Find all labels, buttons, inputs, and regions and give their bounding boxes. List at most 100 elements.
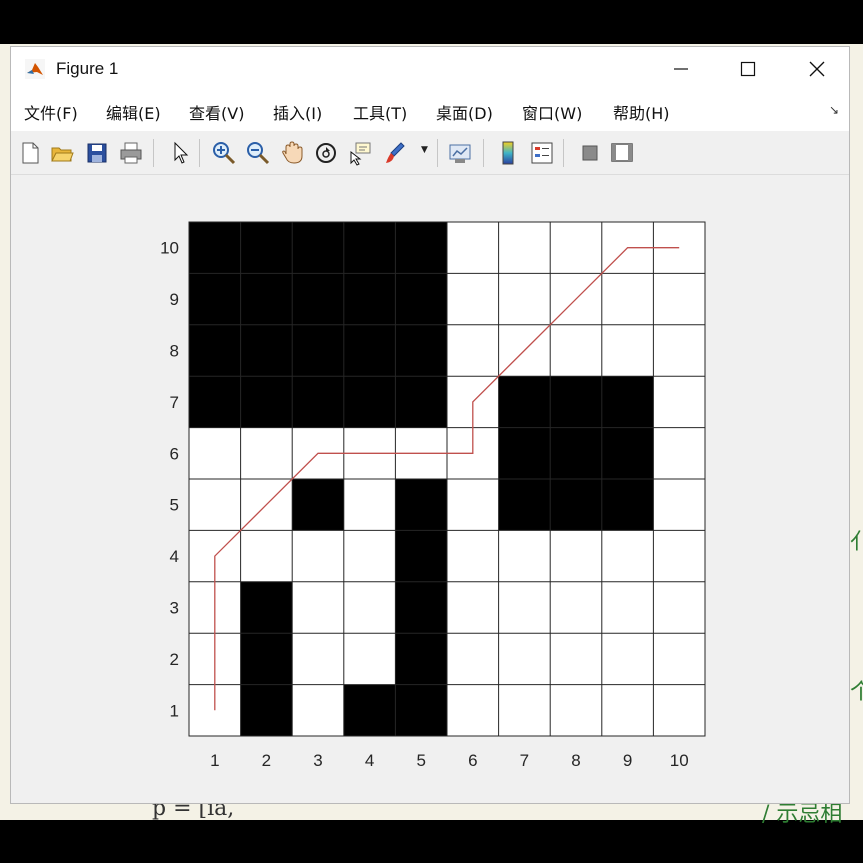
dock-arrow-icon[interactable]: ↘: [829, 103, 839, 117]
menu-file[interactable]: 文件(F): [24, 100, 78, 124]
grid-cell: [395, 633, 448, 686]
menu-bar: 文件(F) 编辑(E) 查看(V) 插入(I) 工具(T) 桌面(D) 窗口(W…: [11, 91, 849, 131]
grid-cell: [498, 427, 551, 480]
close-button[interactable]: [783, 47, 851, 91]
pan-icon[interactable]: [279, 140, 305, 166]
x-tick-label: 6: [468, 751, 477, 770]
brush-dropdown-icon[interactable]: ▼: [421, 145, 428, 155]
grid-cell: [395, 684, 448, 737]
figure-window: Figure 1 文件(F) 编辑(E) 查看(V) 插入(I) 工具(T) 桌…: [10, 46, 850, 804]
grid-cell: [550, 324, 603, 377]
grid-cell: [292, 530, 345, 583]
menu-help[interactable]: 帮助(H): [613, 100, 670, 124]
menu-tools[interactable]: 工具(T): [353, 100, 407, 124]
zoom-out-icon[interactable]: [245, 140, 271, 166]
x-tick-label: 7: [520, 751, 529, 770]
grid-cell: [447, 324, 500, 377]
maximize-button[interactable]: [714, 47, 782, 91]
grid-cell: [343, 633, 396, 686]
grid-cell: [498, 684, 551, 737]
grid-cell: [550, 530, 603, 583]
grid-cell: [498, 273, 551, 326]
save-icon[interactable]: [84, 140, 110, 166]
y-tick-label: 4: [170, 547, 179, 566]
grid-cell: [292, 581, 345, 634]
y-tick-label: 3: [170, 599, 179, 618]
grid-cell: [343, 479, 396, 531]
grid-cell: [395, 581, 448, 634]
grid-cell: [343, 324, 396, 377]
colorbar-icon[interactable]: [495, 140, 521, 166]
open-file-icon[interactable]: [49, 140, 75, 166]
grid-cell: [653, 273, 706, 326]
grid-cell: [189, 427, 242, 480]
grid-cell: [292, 684, 345, 737]
grid-cell: [240, 633, 293, 686]
menu-view[interactable]: 查看(V): [189, 100, 244, 124]
grid-cell: [447, 479, 500, 531]
maximize-icon: [740, 61, 756, 77]
y-tick-label: 10: [160, 239, 179, 258]
grid-cell: [240, 581, 293, 634]
grid-cell: [189, 376, 242, 429]
x-tick-label: 8: [571, 751, 580, 770]
brush-icon[interactable]: [381, 140, 407, 166]
grid-cell: [292, 324, 345, 377]
menu-insert[interactable]: 插入(I): [273, 100, 322, 124]
grid-cell: [653, 427, 706, 480]
hide-plot-tools-icon[interactable]: [577, 140, 603, 166]
grid-cell: [343, 684, 396, 737]
show-plot-tools-icon[interactable]: [609, 140, 635, 166]
grid-cell: [240, 324, 293, 377]
grid-cell: [240, 222, 293, 274]
close-icon: [809, 61, 825, 77]
grid-cell: [343, 273, 396, 326]
link-plot-icon[interactable]: [447, 140, 473, 166]
grid-cell: [395, 530, 448, 583]
grid-cell: [292, 479, 345, 531]
new-figure-icon[interactable]: [17, 140, 43, 166]
title-bar[interactable]: Figure 1: [11, 47, 849, 91]
grid-cell: [447, 222, 500, 274]
grid-cell: [653, 324, 706, 377]
grid-cell: [292, 273, 345, 326]
toolbar-separator: [437, 139, 438, 167]
grid-cell: [601, 479, 654, 531]
grid-cell: [343, 530, 396, 583]
print-icon[interactable]: [118, 140, 144, 166]
zoom-in-icon[interactable]: [211, 140, 237, 166]
grid-cell: [550, 479, 603, 531]
grid-cell: [292, 222, 345, 274]
grid-cell: [343, 581, 396, 634]
minimize-icon: [674, 68, 688, 70]
grid-cell: [447, 581, 500, 634]
grid-cell: [601, 530, 654, 583]
grid-cell: [601, 581, 654, 634]
y-tick-label: 7: [170, 393, 179, 412]
pointer-icon[interactable]: [167, 140, 193, 166]
grid-cell: [653, 581, 706, 634]
grid-cell: [601, 633, 654, 686]
grid-cell: [498, 376, 551, 429]
grid-cell: [240, 684, 293, 737]
grid-cell: [292, 376, 345, 429]
rotate-3d-icon[interactable]: [313, 140, 339, 166]
grid-cell: [447, 273, 500, 326]
x-axis-ticks: 1 2 3 4 5 6 7 8 9 10: [210, 751, 689, 770]
grid-cell: [653, 376, 706, 429]
y-axis-ticks: 1 2 3 4 5 6 7 8 9 10: [160, 239, 179, 721]
data-cursor-icon[interactable]: [347, 140, 373, 166]
grid-cell: [240, 530, 293, 583]
minimize-button[interactable]: [647, 47, 715, 91]
menu-window[interactable]: 窗口(W): [522, 100, 582, 124]
grid-cell: [189, 479, 242, 531]
grid-cell: [498, 581, 551, 634]
grid-cell: [550, 222, 603, 274]
grid-cell: [343, 222, 396, 274]
menu-edit[interactable]: 编辑(E): [106, 100, 161, 124]
legend-icon[interactable]: [529, 140, 555, 166]
menu-desktop[interactable]: 桌面(D): [436, 100, 493, 124]
x-tick-label: 3: [313, 751, 322, 770]
grid-cell: [550, 684, 603, 737]
grid-cell: [653, 684, 706, 737]
